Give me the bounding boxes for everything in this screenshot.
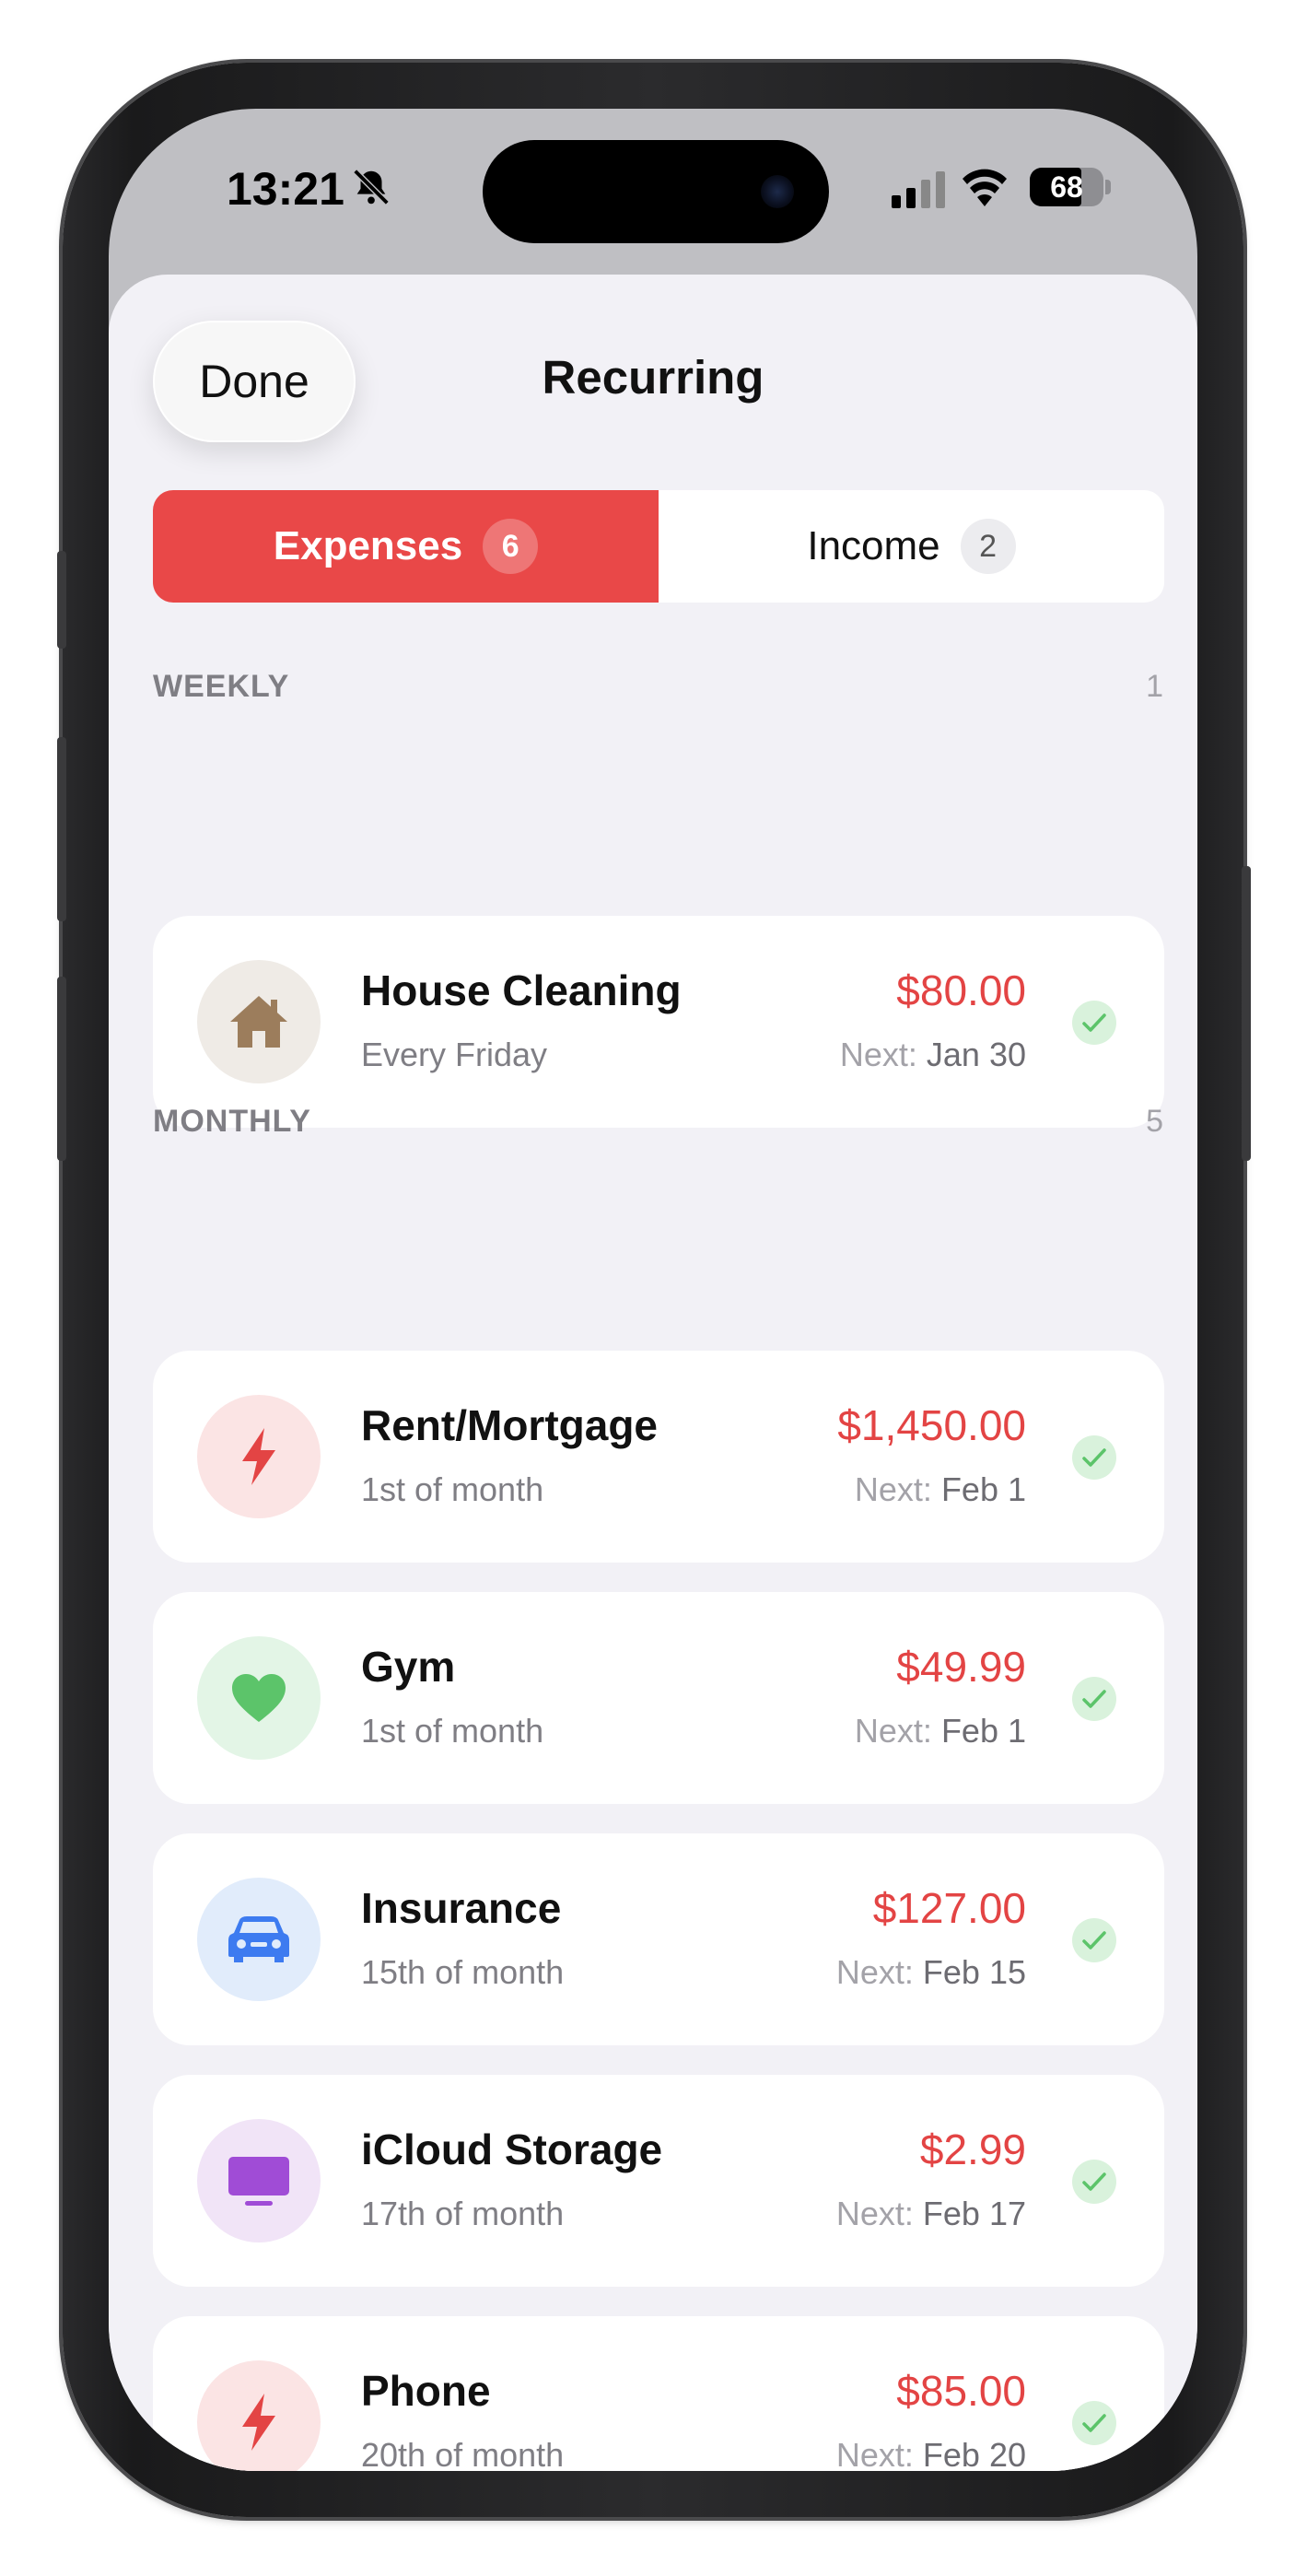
tv-icon — [228, 2157, 289, 2206]
item-name: Insurance — [361, 1884, 562, 1932]
tab-expenses-count: 6 — [483, 519, 539, 574]
item-next: Next: Feb 15 — [836, 1953, 1026, 1992]
item-schedule: Every Friday — [361, 1036, 548, 1073]
next-date: Feb 1 — [940, 1712, 1026, 1750]
recurring-sheet: Done Recurring Expenses 6 Income 2 WEEKL… — [109, 275, 1197, 2471]
list-item-insurance[interactable]: Insurance 15th of month $127.00 Next: Feb… — [153, 1833, 1164, 2045]
item-name: House Cleaning — [361, 966, 682, 1014]
section-title: MONTHLY — [153, 1104, 311, 1139]
icon-badge — [197, 960, 321, 1083]
list-item-phone[interactable]: Phone 20th of month $85.00 Next: Feb 20 — [153, 2316, 1164, 2471]
bolt-icon — [242, 1428, 275, 1485]
tab-expenses-label: Expenses — [273, 523, 463, 568]
bell-slash-icon — [353, 169, 390, 205]
next-label: Next: — [839, 1036, 917, 1073]
house-icon — [230, 996, 287, 1048]
item-name: Phone — [361, 2367, 491, 2415]
item-next: Next: Feb 1 — [855, 1470, 1026, 1509]
item-name: Gym — [361, 1643, 456, 1691]
section-header-monthly: MONTHLY 5 — [153, 1104, 1164, 1140]
item-amount: $1,450.00 — [837, 1401, 1026, 1449]
icon-badge — [197, 1636, 321, 1760]
item-name: Rent/Mortgage — [361, 1401, 658, 1449]
item-next: Next: Feb 1 — [855, 1712, 1026, 1751]
camera-icon — [761, 175, 794, 208]
volume-down-button — [57, 977, 66, 1161]
next-date: Jan 30 — [926, 1036, 1026, 1073]
icon-badge — [197, 1395, 321, 1518]
type-segmented-control: Expenses 6 Income 2 — [153, 490, 1164, 603]
section-count: 1 — [1146, 669, 1164, 704]
item-schedule: 20th of month — [361, 2436, 565, 2471]
item-next: Next: Jan 30 — [840, 1036, 1026, 1074]
page-title: Recurring — [542, 351, 764, 404]
check-icon — [1072, 1677, 1116, 1721]
dynamic-island — [483, 140, 829, 243]
icon-badge — [197, 1878, 321, 2001]
status-time: 13:21 — [227, 163, 344, 215]
list-item-gym[interactable]: Gym 1st of month $49.99 Next: Feb 1 — [153, 1592, 1164, 1804]
volume-up-button — [57, 737, 66, 921]
item-schedule: 15th of month — [361, 1953, 565, 1991]
tab-income-label: Income — [807, 523, 940, 568]
next-label: Next: — [854, 1712, 932, 1750]
check-icon — [1072, 1918, 1116, 1962]
item-amount: $80.00 — [896, 966, 1026, 1014]
item-amount: $127.00 — [872, 1884, 1026, 1932]
section-count: 5 — [1146, 1104, 1164, 1139]
item-schedule: 1st of month — [361, 1470, 544, 1508]
screen: 13:21 68 Done Recurring Expenses 6 Incom… — [109, 109, 1197, 2471]
check-icon — [1072, 2160, 1116, 2204]
next-label: Next: — [835, 1953, 914, 1991]
next-date: Feb 17 — [922, 2195, 1026, 2232]
power-button — [1242, 866, 1251, 1161]
car-icon — [228, 1916, 289, 1962]
heart-icon — [232, 1674, 286, 1722]
item-name: iCloud Storage — [361, 2125, 663, 2173]
tab-income[interactable]: Income 2 — [659, 490, 1164, 603]
icon-badge — [197, 2119, 321, 2242]
wifi-icon — [963, 169, 1007, 206]
next-label: Next: — [835, 2436, 914, 2471]
section-header-weekly: WEEKLY 1 — [153, 669, 1164, 705]
battery-level: 68 — [1050, 170, 1083, 204]
tab-expenses[interactable]: Expenses 6 — [153, 490, 659, 603]
check-icon — [1072, 2401, 1116, 2445]
next-label: Next: — [835, 2195, 914, 2232]
action-button — [57, 551, 66, 649]
section-title: WEEKLY — [153, 669, 290, 704]
list-item-rent-mortgage[interactable]: Rent/Mortgage 1st of month $1,450.00 Nex… — [153, 1351, 1164, 1563]
icon-badge — [197, 2360, 321, 2471]
item-next: Next: Feb 17 — [836, 2195, 1026, 2233]
item-schedule: 1st of month — [361, 1712, 544, 1750]
battery-icon: 68 — [1030, 168, 1111, 206]
next-date: Feb 20 — [922, 2436, 1026, 2471]
next-date: Feb 1 — [940, 1470, 1026, 1508]
signal-icon — [892, 171, 945, 208]
list-item-icloud-storage[interactable]: iCloud Storage 17th of month $2.99 Next:… — [153, 2075, 1164, 2287]
item-amount: $49.99 — [896, 1643, 1026, 1691]
item-amount: $2.99 — [919, 2125, 1026, 2173]
tab-income-count: 2 — [960, 519, 1016, 574]
check-icon — [1072, 1435, 1116, 1480]
next-label: Next: — [854, 1470, 932, 1508]
next-date: Feb 15 — [922, 1953, 1026, 1991]
list-item-house-cleaning[interactable]: House Cleaning Every Friday $80.00 Next:… — [153, 916, 1164, 1128]
bolt-icon — [242, 2394, 275, 2451]
item-schedule: 17th of month — [361, 2195, 565, 2232]
item-next: Next: Feb 20 — [836, 2436, 1026, 2471]
check-icon — [1072, 1001, 1116, 1045]
item-amount: $85.00 — [896, 2367, 1026, 2415]
